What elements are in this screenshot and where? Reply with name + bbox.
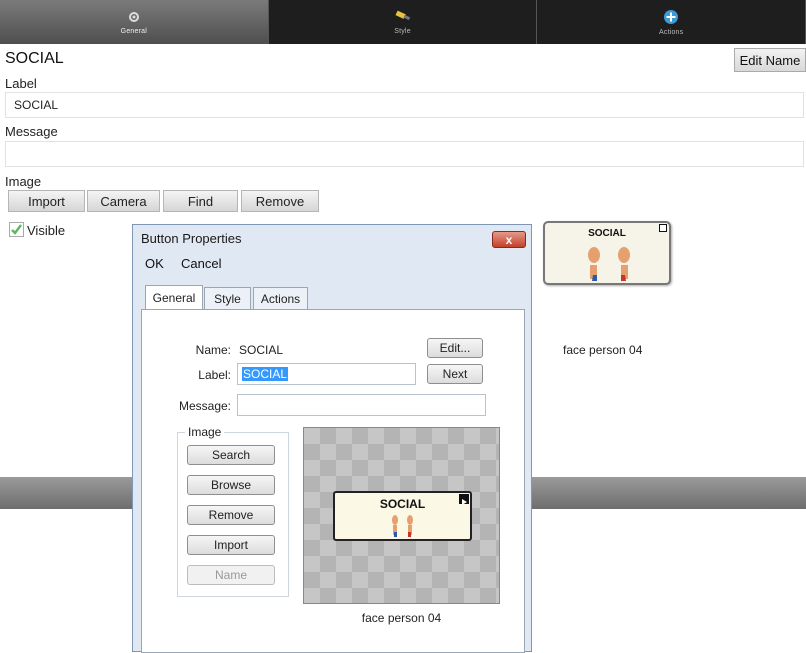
preview-caption: face person 04	[361, 611, 442, 625]
corner-marker-icon	[659, 224, 667, 232]
top-tab-bar: General Style Actions	[0, 0, 806, 44]
message-input[interactable]	[5, 141, 804, 167]
label-caption-dialog: Label:	[198, 368, 231, 382]
plus-circle-icon	[664, 9, 679, 24]
name-button[interactable]: Name	[187, 565, 275, 585]
symbol-text: SOCIAL	[588, 228, 626, 239]
paint-brush-icon	[395, 10, 410, 20]
dialog-title: Button Properties	[141, 231, 242, 246]
dialog-import-button[interactable]: Import	[187, 535, 275, 555]
face-person-icon	[588, 247, 630, 281]
camera-button[interactable]: Camera	[87, 190, 160, 212]
menu-cancel[interactable]: Cancel	[181, 256, 221, 271]
name-value: SOCIAL	[239, 343, 284, 357]
dialog-remove-button[interactable]: Remove	[187, 505, 275, 525]
label-input[interactable]: SOCIAL	[5, 92, 804, 118]
preview-symbol: SOCIAL	[333, 491, 472, 541]
face-person-icon	[392, 515, 413, 537]
button-properties-dialog: Button Properties x OK Cancel General St…	[132, 224, 532, 653]
find-button[interactable]: Find	[163, 190, 238, 212]
corner-marker-icon	[459, 494, 469, 505]
next-button[interactable]: Next	[427, 364, 483, 384]
symbol-caption: face person 04	[563, 343, 643, 357]
preview-symbol-text: SOCIAL	[379, 497, 426, 511]
name-caption: Name:	[195, 343, 231, 357]
tab-style-label: Style	[394, 27, 411, 35]
tab-general-label: General	[120, 27, 147, 35]
browse-button[interactable]: Browse	[187, 475, 275, 495]
remove-button[interactable]: Remove	[241, 190, 319, 212]
edit-button[interactable]: Edit...	[427, 338, 483, 358]
import-button[interactable]: Import	[8, 190, 85, 212]
message-caption-dialog: Message:	[178, 399, 231, 413]
dialog-label-input[interactable]: SOCIAL	[237, 363, 416, 385]
label-caption: Label	[5, 76, 37, 91]
gear-icon	[128, 11, 139, 22]
tab-style[interactable]: Style	[269, 0, 538, 44]
image-group-label: Image	[185, 425, 225, 439]
search-button[interactable]: Search	[187, 445, 275, 465]
image-caption: Image	[5, 174, 42, 189]
visible-checkbox[interactable]	[9, 222, 24, 237]
visible-label: Visible	[27, 223, 66, 238]
dialog-label-value: SOCIAL	[242, 367, 289, 381]
dialog-tab-general[interactable]: General	[145, 285, 203, 309]
menu-ok[interactable]: OK	[145, 256, 164, 271]
tab-actions-label: Actions	[659, 28, 684, 36]
dialog-tab-style[interactable]: Style	[204, 287, 251, 310]
symbol-thumbnail[interactable]: SOCIAL	[543, 221, 671, 285]
page-title: SOCIAL	[5, 50, 64, 67]
checkmark-icon	[11, 224, 22, 235]
tab-general[interactable]: General	[0, 0, 269, 44]
edit-name-button[interactable]: Edit Name	[734, 48, 806, 72]
tab-actions[interactable]: Actions	[537, 0, 806, 44]
dialog-tab-actions[interactable]: Actions	[253, 287, 308, 310]
message-caption: Message	[5, 124, 58, 139]
close-icon: x	[505, 232, 513, 247]
dialog-message-input[interactable]	[237, 394, 486, 416]
close-button[interactable]: x	[492, 231, 526, 248]
